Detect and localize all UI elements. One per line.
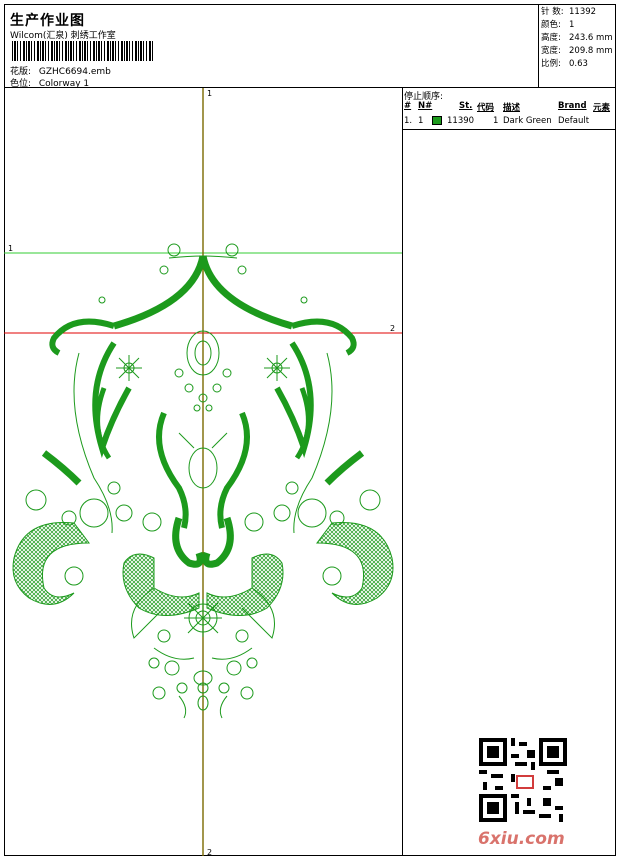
stat-scale: 比例: 0.63 (541, 59, 588, 69)
col-stitches: St. (459, 101, 473, 111)
row-index: 1. (404, 116, 413, 126)
page-title: 生产作业图 (10, 13, 85, 29)
col-brand: Brand (558, 101, 587, 111)
stat-height: 高度: 243.6 mm (541, 33, 613, 43)
col-element: 元素 (593, 103, 611, 113)
barcode (12, 41, 154, 61)
green-guide-marker: 1 (8, 244, 13, 253)
row-needle: 1 (418, 116, 424, 126)
watermark-logo: 6xiu.com (478, 829, 565, 849)
row-description: Dark Green (503, 116, 552, 126)
page-subtitle: Wilcom(汇泉) 刺绣工作室 (10, 31, 116, 41)
qr-code[interactable] (479, 738, 567, 822)
stat-width: 宽度: 209.8 mm (541, 46, 613, 56)
stat-colors: 颜色: 1 (541, 20, 575, 30)
col-description: 描述 (503, 103, 521, 113)
col-code: 代码 (477, 103, 495, 113)
color-swatch (432, 116, 442, 125)
header-panel: 生产作业图 Wilcom(汇泉) 刺绣工作室 花版: GZHC6694.emb … (4, 4, 616, 89)
row-code: 1 (493, 116, 499, 126)
table-divider (403, 129, 615, 130)
col-index: # (404, 101, 412, 111)
stats-panel: 针 数: 11392 颜色: 1 高度: 243.6 mm 宽度: 209.8 mm 比… (538, 4, 616, 88)
stop-sequence-header: # N# St. 代码 描述 Brand 元素 (403, 100, 615, 113)
vertical-marker-bottom: 2 (207, 848, 212, 856)
vertical-marker-top: 1 (207, 89, 212, 98)
embroidery-preview: 1 2 1 2 (4, 88, 402, 857)
row-stitches: 11390 (447, 116, 475, 126)
stat-stitches: 针 数: 11392 (541, 7, 597, 17)
col-needle: N# (418, 101, 433, 111)
table-row[interactable]: 1. 1 11390 1 Dark Green Default (403, 115, 615, 127)
design-canvas[interactable]: 1 2 1 2 (4, 88, 402, 857)
row-brand: Default (558, 116, 590, 126)
red-guide-marker: 2 (390, 324, 395, 333)
